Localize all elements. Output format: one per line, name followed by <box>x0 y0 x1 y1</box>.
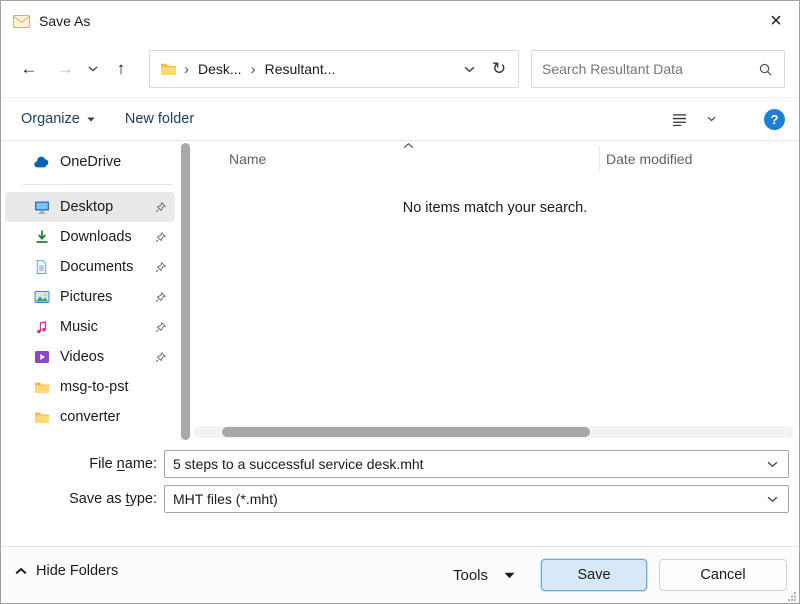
column-headers: Name Date modified <box>191 142 799 176</box>
content-area: OneDrive Desktop Downloads <box>1 142 799 441</box>
folder-icon <box>33 381 50 394</box>
pin-icon <box>154 231 167 244</box>
refresh-icon[interactable]: ↻ <box>484 53 514 85</box>
sidebar-item-label: Desktop <box>60 199 113 215</box>
titlebar: Save As × <box>1 1 799 41</box>
hide-folders-label: Hide Folders <box>36 563 118 579</box>
views-dropdown-chevron-icon[interactable] <box>702 103 720 135</box>
desktop-icon <box>33 199 50 215</box>
column-divider[interactable] <box>599 146 600 172</box>
pin-icon <box>154 261 167 274</box>
sidebar-item-downloads[interactable]: Downloads <box>5 222 175 252</box>
onedrive-icon <box>33 156 50 168</box>
pin-icon <box>154 321 167 334</box>
music-icon <box>33 320 50 335</box>
breadcrumb-separator: › <box>177 61 196 78</box>
horizontal-scrollbar[interactable] <box>194 426 793 438</box>
close-icon[interactable]: × <box>753 1 799 41</box>
chevron-down-icon <box>87 117 95 122</box>
save-as-dialog: Save As × ← → ↑ › Desk... › Resultant...… <box>0 0 800 604</box>
save-as-type-label: Save as type: <box>1 484 157 514</box>
documents-icon <box>33 259 50 275</box>
up-icon[interactable]: ↑ <box>103 51 139 87</box>
new-folder-button[interactable]: New folder <box>125 111 194 127</box>
sidebar-item-label: Videos <box>60 349 104 365</box>
column-header-name[interactable]: Name <box>229 142 266 176</box>
file-name-input[interactable] <box>173 456 763 472</box>
folder-icon <box>160 62 177 76</box>
search-box <box>531 50 785 88</box>
pictures-icon <box>33 289 50 305</box>
file-name-combobox <box>164 450 789 478</box>
resize-grip[interactable] <box>785 589 797 601</box>
file-name-row: File name: <box>1 449 799 479</box>
sidebar-item-music[interactable]: Music <box>5 312 175 342</box>
file-name-label: File name: <box>1 449 157 479</box>
navigation-pane: OneDrive Desktop Downloads <box>1 142 179 441</box>
recent-locations-chevron-icon[interactable] <box>83 51 103 87</box>
sidebar-item-label: converter <box>60 409 120 425</box>
sidebar-item-documents[interactable]: Documents <box>5 252 175 282</box>
command-bar: Organize New folder ? <box>1 97 799 141</box>
pin-icon <box>154 351 167 364</box>
sidebar-item-converter[interactable]: converter <box>5 402 175 432</box>
breadcrumb-item-desktop[interactable]: Desk... <box>196 57 244 81</box>
empty-results-message: No items match your search. <box>191 200 799 216</box>
organize-button[interactable]: Organize <box>21 111 95 127</box>
save-button[interactable]: Save <box>541 559 647 591</box>
sidebar-separator <box>23 184 173 185</box>
pin-icon <box>154 291 167 304</box>
sidebar-item-msg-to-pst[interactable]: msg-to-pst <box>5 372 175 402</box>
forward-icon[interactable]: → <box>47 51 83 87</box>
file-name-dropdown-chevron-icon[interactable] <box>763 457 782 472</box>
file-list: Name Date modified No items match your s… <box>191 142 799 441</box>
cancel-button[interactable]: Cancel <box>659 559 787 591</box>
sidebar-item-label: Downloads <box>60 229 132 245</box>
sidebar-item-pictures[interactable]: Pictures <box>5 282 175 312</box>
save-as-type-select[interactable]: MHT files (*.mht) <box>164 485 789 513</box>
sidebar-item-desktop[interactable]: Desktop <box>5 192 175 222</box>
sidebar-scrollbar[interactable] <box>180 142 191 441</box>
new-folder-label: New folder <box>125 111 194 127</box>
tools-button[interactable]: Tools <box>453 559 515 591</box>
pin-icon <box>154 201 167 214</box>
sidebar-item-label: OneDrive <box>60 154 121 170</box>
views-icon[interactable] <box>664 103 694 135</box>
videos-icon <box>33 350 50 364</box>
sidebar-item-videos[interactable]: Videos <box>5 342 175 372</box>
save-as-type-dropdown-chevron-icon[interactable] <box>763 492 782 507</box>
folder-icon <box>33 411 50 424</box>
sidebar-item-onedrive[interactable]: OneDrive <box>5 147 175 177</box>
search-icon <box>757 62 774 77</box>
tools-label: Tools <box>453 567 488 584</box>
sidebar-item-label: Pictures <box>60 289 112 305</box>
chevron-down-icon <box>504 572 515 579</box>
breadcrumb-item-resultant[interactable]: Resultant... <box>263 57 338 81</box>
breadcrumb: › Desk... › Resultant... ↻ <box>149 50 519 88</box>
help-icon[interactable]: ? <box>764 109 785 130</box>
save-as-type-row: Save as type: MHT files (*.mht) <box>1 484 799 514</box>
address-dropdown-chevron-icon[interactable] <box>454 53 484 85</box>
chevron-up-icon <box>15 567 27 575</box>
sidebar-item-label: msg-to-pst <box>60 379 129 395</box>
navigation-bar: ← → ↑ › Desk... › Resultant... ↻ <box>1 41 799 97</box>
organize-label: Organize <box>21 111 80 127</box>
mht-envelope-icon <box>13 14 30 29</box>
search-input[interactable] <box>542 61 757 77</box>
sort-ascending-icon[interactable] <box>403 142 414 149</box>
footer: Hide Folders Tools Save Cancel <box>1 546 799 603</box>
save-as-type-value: MHT files (*.mht) <box>173 491 763 507</box>
breadcrumb-separator: › <box>244 61 263 78</box>
window-title: Save As <box>39 13 90 29</box>
back-icon[interactable]: ← <box>11 51 47 87</box>
hide-folders-button[interactable]: Hide Folders <box>15 563 118 579</box>
sidebar-item-label: Documents <box>60 259 133 275</box>
downloads-icon <box>33 229 50 245</box>
column-header-date-modified[interactable]: Date modified <box>606 142 692 176</box>
sidebar-scrollbar-thumb[interactable] <box>181 143 190 440</box>
sidebar-item-label: Music <box>60 319 98 335</box>
horizontal-scrollbar-thumb[interactable] <box>222 427 590 437</box>
